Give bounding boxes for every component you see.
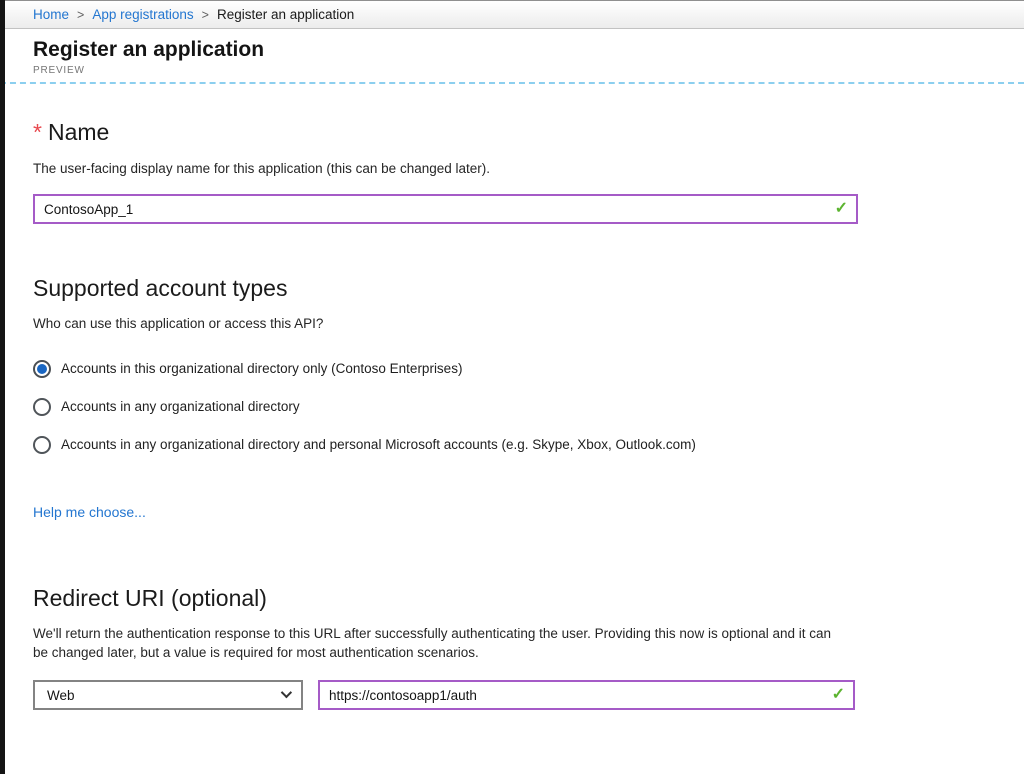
blade-content: *Name The user-facing display name for t… bbox=[0, 117, 1024, 710]
account-types-question: Who can use this application or access t… bbox=[33, 315, 991, 333]
help-me-choose-link[interactable]: Help me choose... bbox=[33, 504, 146, 520]
breadcrumb-separator-icon: > bbox=[202, 8, 209, 22]
redirect-uri-description: We'll return the authentication response… bbox=[33, 624, 845, 662]
redirect-uri-value: https://contosoapp1/auth bbox=[329, 688, 477, 703]
radio-account-type-multi-tenant[interactable]: Accounts in any organizational directory bbox=[33, 397, 991, 416]
redirect-uri-input[interactable]: https://contosoapp1/auth ✓ bbox=[318, 680, 855, 710]
blade-focus-divider bbox=[0, 82, 1024, 84]
account-types-section-title: Supported account types bbox=[33, 273, 991, 303]
valid-check-icon: ✓ bbox=[835, 201, 848, 217]
blade-header: Register an application PREVIEW bbox=[0, 29, 1024, 76]
portal-left-edge bbox=[0, 0, 5, 774]
breadcrumb-current-page: Register an application bbox=[217, 7, 354, 22]
radio-label: Accounts in any organizational directory… bbox=[61, 435, 696, 454]
redirect-uri-row: Web https://contosoapp1/auth ✓ bbox=[33, 680, 991, 710]
radio-label: Accounts in any organizational directory bbox=[61, 397, 300, 416]
breadcrumb-app-registrations-link[interactable]: App registrations bbox=[92, 7, 193, 22]
breadcrumb-separator-icon: > bbox=[77, 8, 84, 22]
breadcrumb-home-link[interactable]: Home bbox=[33, 7, 69, 22]
name-section-title-text: Name bbox=[48, 119, 109, 145]
page-title: Register an application bbox=[33, 37, 1024, 63]
chevron-down-icon bbox=[281, 686, 292, 697]
radio-label: Accounts in this organizational director… bbox=[61, 359, 462, 378]
account-type-radio-group: Accounts in this organizational director… bbox=[33, 359, 991, 454]
name-description: The user-facing display name for this ap… bbox=[33, 160, 991, 178]
redirect-platform-value: Web bbox=[47, 688, 75, 703]
name-section-title: *Name bbox=[33, 117, 991, 147]
breadcrumb: Home > App registrations > Register an a… bbox=[0, 0, 1024, 29]
valid-check-icon: ✓ bbox=[832, 687, 845, 703]
radio-account-type-single-tenant[interactable]: Accounts in this organizational director… bbox=[33, 359, 991, 378]
radio-button-icon bbox=[33, 398, 51, 416]
preview-badge: PREVIEW bbox=[33, 65, 1024, 76]
app-name-value: ContosoApp_1 bbox=[44, 202, 133, 217]
redirect-uri-section-title: Redirect URI (optional) bbox=[33, 583, 991, 613]
radio-button-icon bbox=[33, 436, 51, 454]
radio-account-type-multi-tenant-personal[interactable]: Accounts in any organizational directory… bbox=[33, 435, 991, 454]
redirect-platform-select[interactable]: Web bbox=[33, 680, 303, 710]
radio-button-icon bbox=[33, 360, 51, 378]
app-name-input[interactable]: ContosoApp_1 ✓ bbox=[33, 194, 858, 224]
required-asterisk: * bbox=[33, 119, 42, 145]
radio-selected-dot bbox=[37, 364, 47, 374]
